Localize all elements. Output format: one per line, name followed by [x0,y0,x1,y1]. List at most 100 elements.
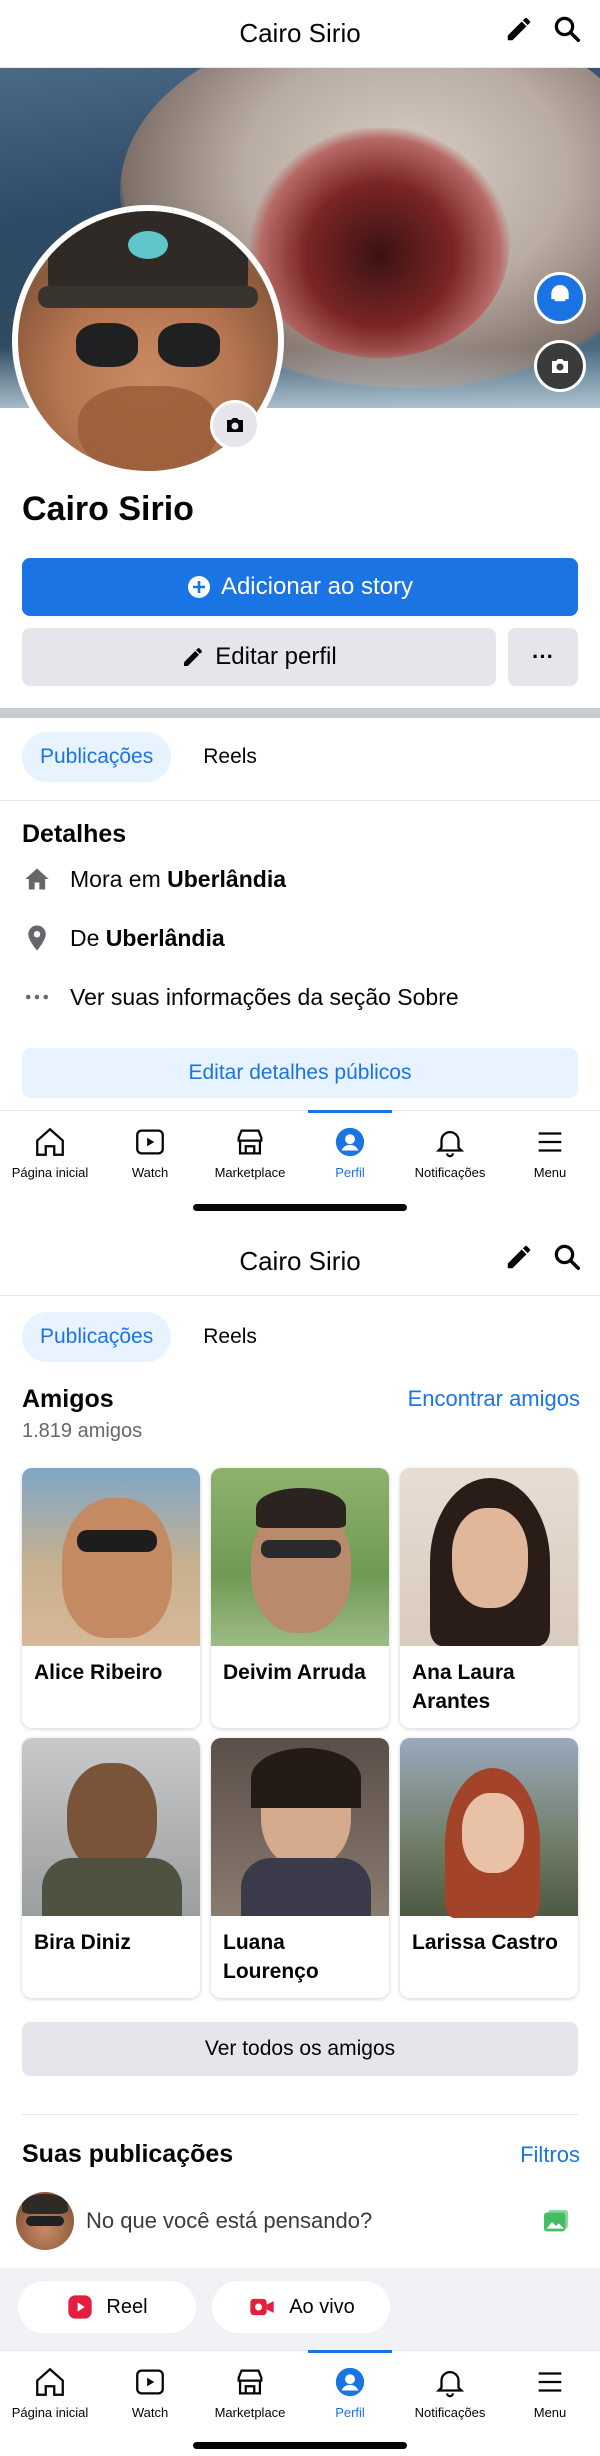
friend-card[interactable]: Larissa Castro [400,1738,578,1998]
from-city[interactable]: Uberlândia [106,925,225,951]
tab-notifications[interactable]: Notificações [400,1111,500,1200]
friend-card[interactable]: Ana Laura Arantes [400,1468,578,1728]
pencil-icon[interactable] [504,14,534,44]
profile-icon [335,2367,365,2397]
watch-icon [136,1129,164,1155]
from-prefix: De [70,924,106,951]
about-row[interactable]: Ver suas informações da seção Sobre [22,982,459,1012]
tab-notifications-label: Notificações [414,1165,486,1180]
tab-reels[interactable]: Reels [185,732,275,782]
friend-name: Larissa Castro [412,1931,558,1954]
pencil-icon [184,648,203,666]
divider [22,2114,578,2115]
bottom-tab-bar-2: Página inicial Watch Marketplace Perfil … [0,2350,600,2440]
tab-publicacoes[interactable]: Publicações [22,732,172,782]
tab-menu-label: Menu [533,1165,567,1180]
avatar-camera-button[interactable] [210,400,260,450]
friend-photo [22,1468,200,1646]
tab-profile-label: Perfil [335,2405,365,2420]
pencil-icon[interactable] [504,1242,534,1272]
more-label: ··· [532,644,554,669]
tab-menu-label: Menu [533,2405,567,2420]
composer-input[interactable]: No que você está pensando? [86,2208,372,2234]
friend-card[interactable]: Alice Ribeiro [22,1468,200,1728]
cover-camera-button[interactable] [534,340,586,392]
friend-card[interactable]: Deivim Arruda [211,1468,389,1728]
reel-label: Reel [106,2295,148,2318]
tab-menu[interactable]: Menu [500,2351,600,2440]
add-story-label: Adicionar ao story [220,573,414,600]
tab-watch[interactable]: Watch [100,1111,200,1200]
friend-name: Bira Diniz [34,1931,131,1954]
edit-public-details-button[interactable]: Editar detalhes públicos [22,1048,578,1098]
more-options-button[interactable]: ··· [508,628,578,686]
tab-profile[interactable]: Perfil [300,1110,400,1200]
tab-profile[interactable]: Perfil [300,2350,400,2440]
edit-profile-button[interactable]: Editar perfil [22,628,496,686]
tab-notifications[interactable]: Notificações [400,2351,500,2440]
friend-name: Alice Ribeiro [34,1661,163,1684]
friend-photo [400,1468,578,1646]
friends-count: 1.819 amigos [22,1420,143,1442]
home-indicator [193,2442,407,2449]
friend-name: Deivim Arruda [223,1661,366,1684]
tab-watch[interactable]: Watch [100,2351,200,2440]
tab-publicacoes[interactable]: Publicações [22,1312,172,1362]
top-header-2: Cairo Sirio [0,1228,600,1296]
friend-photo [400,1738,578,1918]
profile-icon [335,1127,365,1157]
tab-home[interactable]: Página inicial [0,2351,100,2440]
see-all-friends-button[interactable]: Ver todos os amigos [22,2022,578,2076]
lives-city[interactable]: Uberlândia [167,866,286,892]
home-icon [36,1127,64,1156]
ellipsis-icon [26,994,48,1000]
friend-name: Ana Laura Arantes [412,1661,515,1713]
tab-marketplace-label: Marketplace [214,1165,286,1180]
search-icon[interactable] [552,1242,582,1272]
your-posts-title: Suas publicações [22,2140,234,2168]
photo-icon[interactable] [540,2206,572,2238]
avatar-frame-button[interactable] [534,272,586,324]
bottom-tab-bar: Página inicial Watch Marketplace Perfil … [0,1110,600,1200]
tab-home[interactable]: Página inicial [0,1111,100,1200]
friend-photo [211,1468,389,1646]
watch-icon [136,2369,164,2395]
menu-icon [538,2372,562,2392]
composer-avatar[interactable] [16,2192,74,2250]
live-button[interactable]: Ao vivo [212,2281,390,2333]
lives-in-row: Mora em Uberlândia [22,865,286,893]
friend-photo [211,1738,389,1916]
friend-card[interactable]: Luana Lourenço [211,1738,389,1998]
bell-icon [435,2371,465,2398]
reel-button[interactable]: Reel [18,2281,196,2333]
friend-card[interactable]: Bira Diniz [22,1738,200,1998]
friend-photo [22,1738,200,1916]
tab-menu[interactable]: Menu [500,1111,600,1200]
marketplace-icon [237,2369,263,2395]
tab-watch-label: Watch [131,2405,169,2420]
profile-tabs-2: Publicações Reels [22,1312,275,1362]
details-title: Detalhes [22,820,127,848]
friends-title: Amigos [22,1385,114,1413]
marketplace-icon [237,1129,263,1155]
filters-link[interactable]: Filtros [520,2142,580,2168]
tab-marketplace[interactable]: Marketplace [200,2351,300,2440]
from-row: De Uberlândia [22,923,225,953]
edit-profile-label: Editar perfil [215,643,337,670]
home-icon [36,2367,64,2396]
tab-watch-label: Watch [131,1165,169,1180]
lives-prefix: Mora em [70,865,168,892]
find-friends-link[interactable]: Encontrar amigos [408,1386,580,1412]
live-video-icon [250,2298,274,2316]
top-header: Cairo Sirio [0,0,600,68]
home-indicator [193,1204,407,1211]
search-icon[interactable] [552,14,582,44]
tab-marketplace[interactable]: Marketplace [200,1111,300,1200]
tab-marketplace-label: Marketplace [214,2405,286,2420]
live-label: Ao vivo [289,2295,355,2318]
tab-profile-label: Perfil [335,1165,365,1180]
add-story-button[interactable]: Adicionar ao story [22,558,578,616]
tab-reels[interactable]: Reels [185,1312,275,1362]
profile-tabs: Publicações Reels [22,732,275,782]
plus-circle-icon [187,576,210,598]
